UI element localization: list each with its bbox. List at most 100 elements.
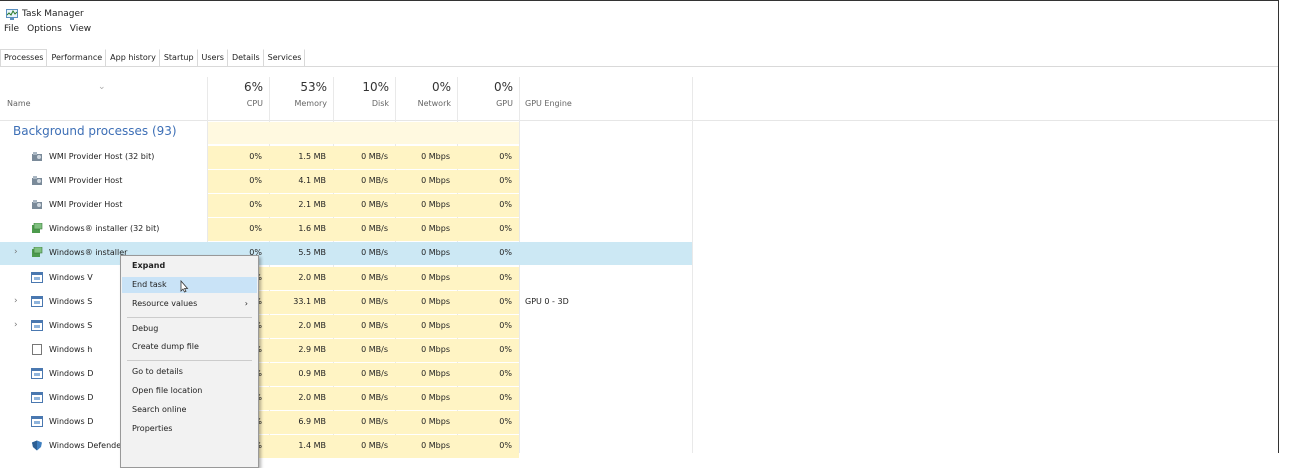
menu-item-label: Go to details bbox=[132, 367, 183, 376]
group-label: Background processes (93) bbox=[13, 124, 177, 138]
menu-bar: File Options View bbox=[0, 24, 95, 38]
defender-icon bbox=[31, 440, 43, 451]
column-header-disk[interactable]: 10% Disk bbox=[333, 77, 395, 120]
cell-memory: 1.4 MB bbox=[298, 441, 326, 450]
cpu-label: CPU bbox=[246, 99, 263, 108]
cell-gpu: 0% bbox=[499, 224, 512, 233]
column-divider bbox=[692, 77, 693, 453]
menu-item-label: End task bbox=[132, 280, 167, 289]
table-row[interactable]: Windows V%2.0 MB0 MB/s0 Mbps0% bbox=[0, 267, 692, 290]
menu-file[interactable]: File bbox=[0, 24, 23, 38]
memory-total: 53% bbox=[300, 80, 327, 94]
cell-network: 0 Mbps bbox=[421, 273, 450, 282]
menu-item-properties[interactable]: Properties bbox=[122, 421, 257, 437]
menu-item-create-dump-file[interactable]: Create dump file bbox=[122, 339, 257, 355]
column-header-name[interactable]: Name bbox=[7, 99, 31, 108]
cell-gpu: 0% bbox=[499, 176, 512, 185]
sort-chevron-icon[interactable]: ⌄ bbox=[98, 82, 106, 92]
column-header-cpu[interactable]: 6% CPU bbox=[207, 77, 269, 120]
cell-network: 0 Mbps bbox=[421, 441, 450, 450]
cpu-total: 6% bbox=[243, 80, 263, 94]
cell-disk: 0 MB/s bbox=[361, 152, 388, 161]
column-header-network[interactable]: 0% Network bbox=[395, 77, 457, 120]
menu-item-search-online[interactable]: Search online bbox=[122, 402, 257, 418]
submenu-arrow-icon: › bbox=[244, 299, 248, 308]
memory-label: Memory bbox=[294, 99, 327, 108]
wmi-icon bbox=[31, 151, 43, 162]
process-name: WMI Provider Host (32 bit) bbox=[49, 152, 155, 161]
process-name: Windows D bbox=[49, 393, 94, 402]
process-name: Windows D bbox=[49, 369, 94, 378]
expand-chevron-icon[interactable]: › bbox=[14, 320, 18, 330]
cell-disk: 0 MB/s bbox=[361, 321, 388, 330]
table-row[interactable]: WMI Provider Host 0% 2.1 MB 0 MB/s 0 Mbps 0% bbox=[0, 194, 692, 217]
menu-item-label: Open file location bbox=[132, 386, 203, 395]
tab-details[interactable]: Details bbox=[228, 49, 264, 66]
menu-item-resource-values[interactable]: Resource values › bbox=[122, 296, 257, 312]
table-row[interactable]: WMI Provider Host (32 bit) 0% 1.5 MB 0 MB/s… bbox=[0, 146, 692, 169]
column-header-memory[interactable]: 53% Memory bbox=[269, 77, 333, 120]
table-row[interactable]: Windows D%2.0 MB0 MB/s0 Mbps0% bbox=[0, 387, 692, 410]
tab-startup[interactable]: Startup bbox=[160, 49, 198, 66]
task-manager-icon bbox=[6, 8, 18, 20]
cell-disk: 0 MB/s bbox=[361, 369, 388, 378]
cell-gpu-engine: GPU 0 - 3D bbox=[525, 297, 569, 306]
cell-network: 0 Mbps bbox=[421, 176, 450, 185]
table-row[interactable]: ›Windows S%2.0 MB0 MB/s0 Mbps0% bbox=[0, 315, 692, 338]
menu-item-label: Resource values bbox=[132, 299, 198, 308]
tab-processes[interactable]: Processes bbox=[0, 49, 48, 66]
menu-item-open-file-location[interactable]: Open file location bbox=[122, 383, 257, 399]
process-name: Windows h bbox=[49, 345, 93, 354]
cell-gpu: 0% bbox=[499, 248, 512, 257]
column-header-gpu[interactable]: 0% GPU bbox=[457, 77, 519, 120]
cell-cpu: 0% bbox=[249, 224, 262, 233]
table-row[interactable]: › Windows® installer 0% 5.5 MB 0 MB/s 0 Mbps 0… bbox=[0, 242, 692, 265]
column-header-row: ⌄ Name 6% CPU 53% Memory 10% Disk 0% Net… bbox=[0, 77, 1278, 121]
menu-item-label: Expand bbox=[132, 261, 166, 270]
cell-memory: 6.9 MB bbox=[298, 417, 326, 426]
cell-gpu: 0% bbox=[499, 273, 512, 282]
cell-network: 0 Mbps bbox=[421, 393, 450, 402]
process-name: Windows® installer (32 bit) bbox=[49, 224, 160, 233]
menu-item-go-to-details[interactable]: Go to details bbox=[122, 364, 257, 380]
cell-memory: 33.1 MB bbox=[293, 297, 326, 306]
expand-chevron-icon[interactable]: › bbox=[14, 296, 18, 306]
cell-memory: 1.5 MB bbox=[298, 152, 326, 161]
tab-performance[interactable]: Performance bbox=[47, 49, 107, 66]
tab-services[interactable]: Services bbox=[264, 49, 306, 66]
table-row[interactable]: ›Windows S%33.1 MB0 MB/s0 Mbps0%GPU 0 - … bbox=[0, 291, 692, 314]
process-name: Windows S bbox=[49, 321, 93, 330]
table-row[interactable]: Windows D%0.9 MB0 MB/s0 Mbps0% bbox=[0, 363, 692, 386]
column-header-gpu-engine[interactable]: GPU Engine bbox=[525, 99, 572, 108]
menu-view[interactable]: View bbox=[66, 24, 95, 38]
installer-icon bbox=[31, 222, 43, 234]
menu-options[interactable]: Options bbox=[23, 24, 66, 38]
context-menu: Expand End task Resource values › Debug … bbox=[120, 255, 259, 468]
group-header-background-processes[interactable]: Background processes (93) bbox=[0, 122, 692, 144]
table-row[interactable]: WMI Provider Host 0% 4.1 MB 0 MB/s 0 Mbps 0% bbox=[0, 170, 692, 193]
table-row[interactable]: Windows h%2.9 MB0 MB/s0 Mbps0% bbox=[0, 339, 692, 362]
table-row[interactable]: Windows Defender notification ...0%1.4 M… bbox=[0, 435, 692, 458]
cell-memory: 5.5 MB bbox=[298, 248, 326, 257]
table-row[interactable]: Windows® installer (32 bit) 0% 1.6 MB 0 MB/… bbox=[0, 218, 692, 241]
cell-cpu: 0% bbox=[249, 200, 262, 209]
table-row[interactable]: Windows D%6.9 MB0 MB/s0 Mbps0% bbox=[0, 411, 692, 434]
window-icon bbox=[31, 272, 43, 283]
menu-item-expand[interactable]: Expand bbox=[122, 258, 257, 274]
cell-memory: 0.9 MB bbox=[298, 369, 326, 378]
tab-users[interactable]: Users bbox=[198, 49, 228, 66]
window-icon bbox=[31, 368, 43, 379]
cell-memory: 4.1 MB bbox=[298, 176, 326, 185]
process-name: WMI Provider Host bbox=[49, 200, 123, 209]
cell-disk: 0 MB/s bbox=[361, 224, 388, 233]
process-name: WMI Provider Host bbox=[49, 176, 123, 185]
cell-disk: 0 MB/s bbox=[361, 417, 388, 426]
menu-item-label: Search online bbox=[132, 405, 187, 414]
expand-chevron-icon[interactable]: › bbox=[14, 247, 18, 257]
cell-memory: 2.1 MB bbox=[298, 200, 326, 209]
tab-app-history[interactable]: App history bbox=[106, 49, 160, 66]
cell-gpu: 0% bbox=[499, 393, 512, 402]
cell-network: 0 Mbps bbox=[421, 297, 450, 306]
menu-item-debug[interactable]: Debug bbox=[122, 321, 257, 337]
menu-item-end-task[interactable]: End task bbox=[122, 277, 257, 293]
